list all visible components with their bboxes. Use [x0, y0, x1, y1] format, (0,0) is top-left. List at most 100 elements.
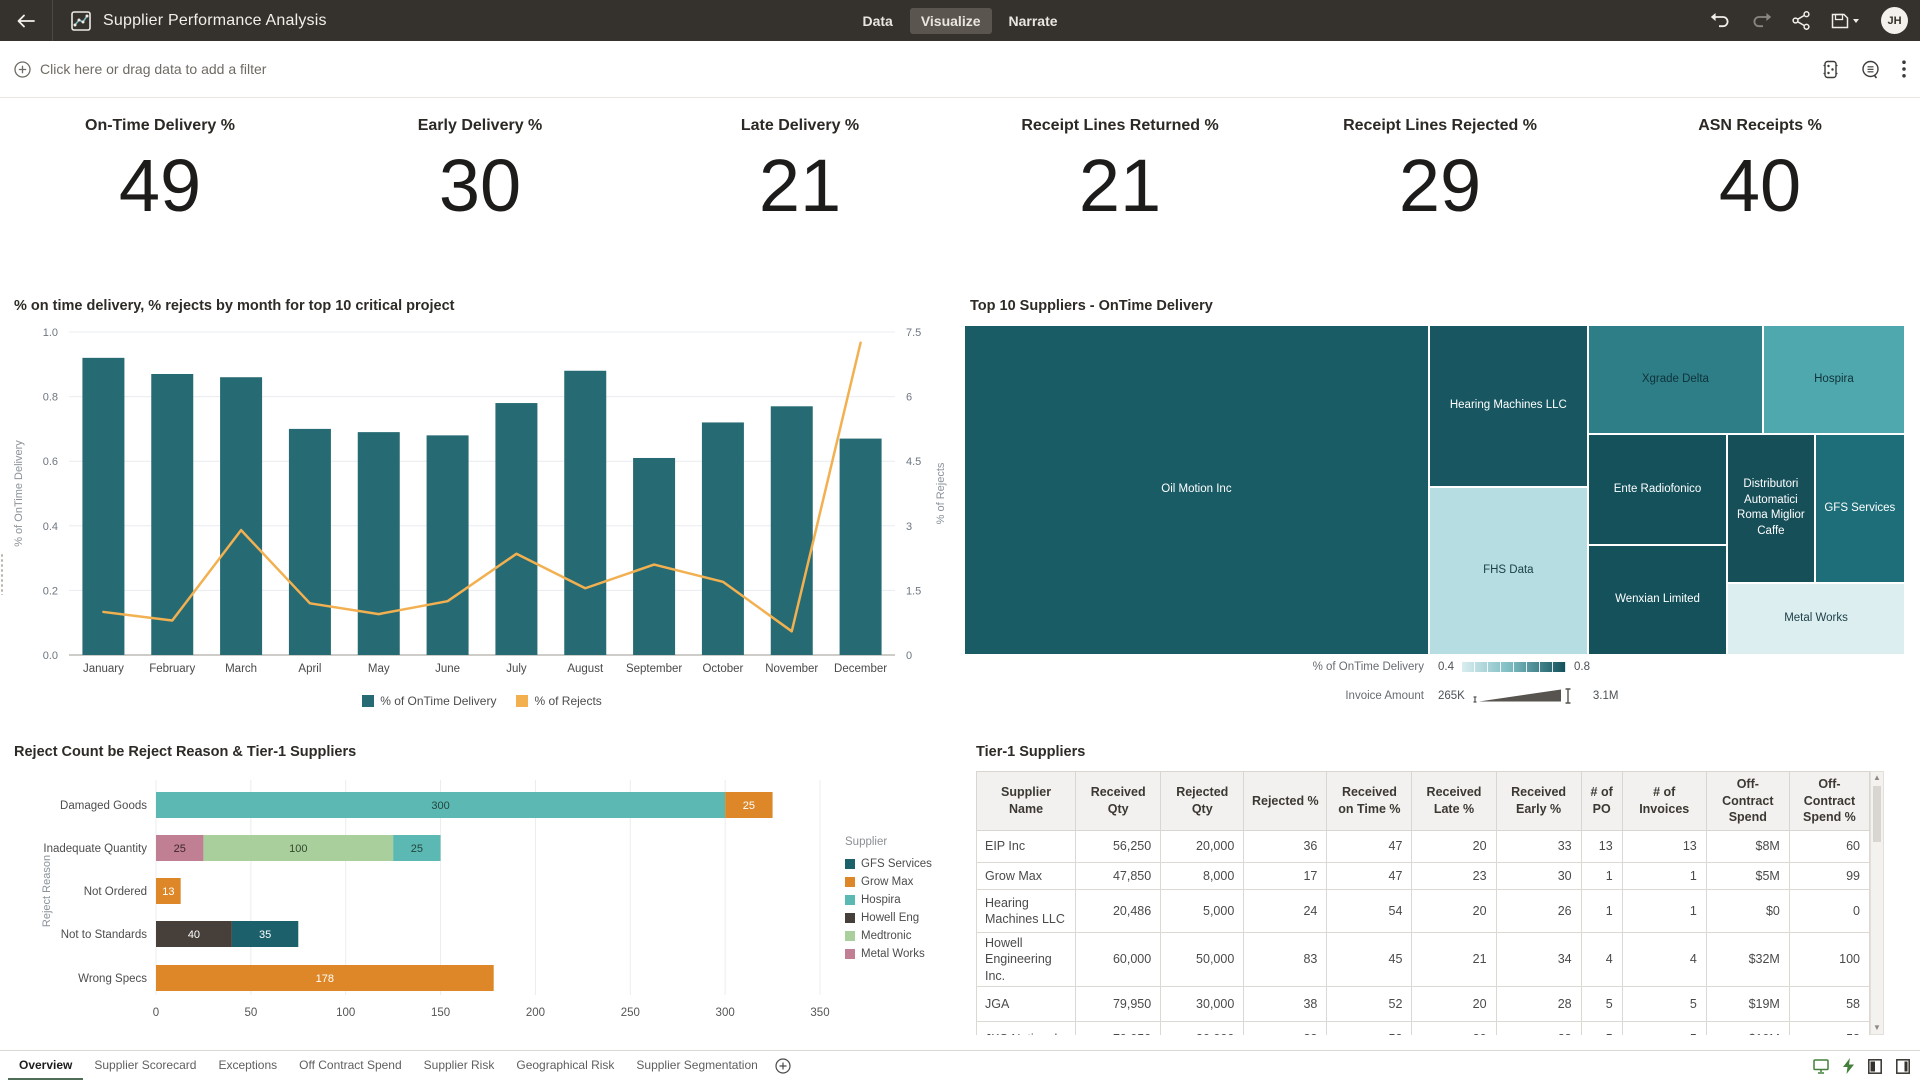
legend-swatch [845, 949, 855, 959]
bar-July[interactable] [495, 403, 537, 655]
table-row[interactable]: Howell Engineering Inc.60,00050,00083452… [977, 933, 1870, 987]
canvas-tab-overview[interactable]: Overview [8, 1051, 83, 1080]
user-avatar[interactable]: JH [1881, 7, 1908, 34]
value-cell: 5 [1581, 1021, 1622, 1035]
undo-button[interactable] [1710, 12, 1731, 29]
value-cell: 28 [1496, 986, 1581, 1021]
share-button[interactable] [1792, 11, 1811, 30]
column-header[interactable]: Received Late % [1412, 772, 1496, 831]
canvas-tab-geographical-risk[interactable]: Geographical Risk [505, 1051, 625, 1080]
treemap-node[interactable]: GFS Services [1815, 434, 1905, 583]
legend-item[interactable]: % of Rejects [516, 694, 601, 708]
legend-label: GFS Services [861, 858, 932, 870]
treemap-node[interactable]: Ente Radiofonico [1588, 434, 1727, 545]
supplier-legend-item[interactable]: Metal Works [845, 945, 932, 963]
column-header[interactable]: Rejected % [1244, 772, 1327, 831]
table-row[interactable]: JGA79,95030,0003852202855$19M58 [977, 986, 1870, 1021]
size-ramp-icon[interactable] [1473, 688, 1585, 704]
value-cell: 4 [1622, 933, 1706, 987]
present-mode-icon[interactable] [1813, 1059, 1829, 1074]
svg-text:7.5: 7.5 [906, 327, 921, 339]
bar-February[interactable] [151, 374, 193, 655]
bar-November[interactable] [771, 406, 813, 655]
canvas-tab-exceptions[interactable]: Exceptions [207, 1051, 288, 1080]
supplier-legend-item[interactable]: Howell Eng [845, 909, 932, 927]
mode-tab-narrate[interactable]: Narrate [998, 8, 1069, 34]
mode-tab-data[interactable]: Data [851, 8, 903, 34]
auto-insights-icon[interactable] [1843, 1058, 1854, 1074]
rejects-line[interactable] [103, 343, 860, 632]
column-header[interactable]: # of PO [1581, 772, 1622, 831]
table-row[interactable]: JKS National79,95030,0003852202855$19M58 [977, 1021, 1870, 1035]
supplier-legend-item[interactable]: Hospira [845, 891, 932, 909]
table-scrollbar[interactable]: ▲ ▼ [1870, 771, 1884, 1035]
more-menu-icon[interactable] [1902, 60, 1906, 78]
scroll-up-icon[interactable]: ▲ [1871, 772, 1883, 784]
value-cell: 20 [1412, 986, 1496, 1021]
table-row[interactable]: Grow Max47,8508,0001747233011$5M99 [977, 863, 1870, 890]
legend-item[interactable]: % of OnTime Delivery [362, 694, 496, 708]
scroll-thumb[interactable] [1873, 786, 1881, 842]
treemap-node[interactable]: Hearing Machines LLC [1429, 325, 1588, 487]
mode-tab-visualize[interactable]: Visualize [910, 8, 992, 34]
treemap-node[interactable]: Hospira [1763, 325, 1905, 434]
column-header[interactable]: Received Early % [1496, 772, 1581, 831]
bar-October[interactable] [702, 422, 744, 655]
treemap-node[interactable]: FHS Data [1429, 487, 1588, 655]
kpi-tile[interactable]: Late Delivery %21 [640, 97, 960, 255]
bar-April[interactable] [289, 429, 331, 655]
canvas-settings-icon[interactable] [1822, 60, 1839, 79]
column-header[interactable]: Off-Contract Spend [1706, 772, 1789, 831]
bar-August[interactable] [564, 371, 606, 655]
treemap-node[interactable]: Wenxian Limited [1588, 545, 1727, 655]
canvas-tab-off-contract-spend[interactable]: Off Contract Spend [288, 1051, 413, 1080]
kpi-tile[interactable]: Receipt Lines Returned %21 [960, 97, 1280, 255]
add-canvas-button[interactable] [775, 1058, 791, 1074]
bar-January[interactable] [82, 358, 124, 655]
combo-chart-legend: % of OnTime Delivery % of Rejects [69, 694, 895, 708]
bar-March[interactable] [220, 377, 262, 655]
column-header[interactable]: Received on Time % [1327, 772, 1412, 831]
bar-December[interactable] [840, 439, 882, 655]
canvas-tab-supplier-segmentation[interactable]: Supplier Segmentation [625, 1051, 768, 1080]
column-header[interactable]: # of Invoices [1622, 772, 1706, 831]
column-header[interactable]: Off-Contract Spend % [1789, 772, 1869, 831]
treemap-node[interactable]: Oil Motion Inc [964, 325, 1429, 655]
kpi-tile[interactable]: On-Time Delivery %49 [0, 97, 320, 255]
insights-icon[interactable] [1861, 60, 1880, 79]
column-header[interactable]: Rejected Qty [1161, 772, 1244, 831]
table-row[interactable]: EIP Inc56,25020,000364720331313$8M60 [977, 831, 1870, 863]
supplier-legend-item[interactable]: Grow Max [845, 873, 932, 891]
treemap-node[interactable]: Distributori Automatici Roma Miglior Caf… [1727, 434, 1815, 583]
value-cell: 52 [1327, 1021, 1412, 1035]
bar-May[interactable] [358, 432, 400, 655]
supplier-legend-item[interactable]: GFS Services [845, 855, 932, 873]
canvas-tab-supplier-risk[interactable]: Supplier Risk [413, 1051, 506, 1080]
legend-label: Grow Max [861, 876, 913, 888]
canvas-drag-handle[interactable] [0, 553, 5, 595]
kpi-tile[interactable]: Receipt Lines Rejected %29 [1280, 97, 1600, 255]
save-button[interactable] [1831, 12, 1861, 30]
bar-June[interactable] [427, 435, 469, 655]
svg-text:Inadequate Quantity: Inadequate Quantity [43, 843, 147, 855]
kpi-tile[interactable]: Early Delivery %30 [320, 97, 640, 255]
collapse-left-panel-icon[interactable] [1868, 1059, 1882, 1074]
supplier-legend-item[interactable]: Medtronic [845, 927, 932, 945]
svg-text:January: January [83, 663, 124, 675]
column-header[interactable]: Supplier Name [977, 772, 1076, 831]
color-gradient-bar[interactable] [1462, 662, 1566, 672]
treemap-node[interactable]: Metal Works [1727, 583, 1905, 655]
svg-text:June: June [435, 663, 460, 675]
canvas-tab-supplier-scorecard[interactable]: Supplier Scorecard [83, 1051, 207, 1080]
table-row[interactable]: Hearing Machines LLC20,4865,000245420261… [977, 890, 1870, 933]
column-header[interactable]: Received Qty [1076, 772, 1161, 831]
collapse-right-panel-icon[interactable] [1896, 1059, 1910, 1074]
add-filter-target[interactable]: Click here or drag data to add a filter [14, 61, 266, 78]
svg-text:40: 40 [188, 929, 200, 941]
treemap-node[interactable]: Xgrade Delta [1588, 325, 1763, 434]
redo-button[interactable] [1751, 12, 1772, 29]
back-button[interactable] [0, 0, 52, 41]
bar-September[interactable] [633, 458, 675, 655]
scroll-down-icon[interactable]: ▼ [1871, 1022, 1883, 1034]
kpi-tile[interactable]: ASN Receipts %40 [1600, 97, 1920, 255]
